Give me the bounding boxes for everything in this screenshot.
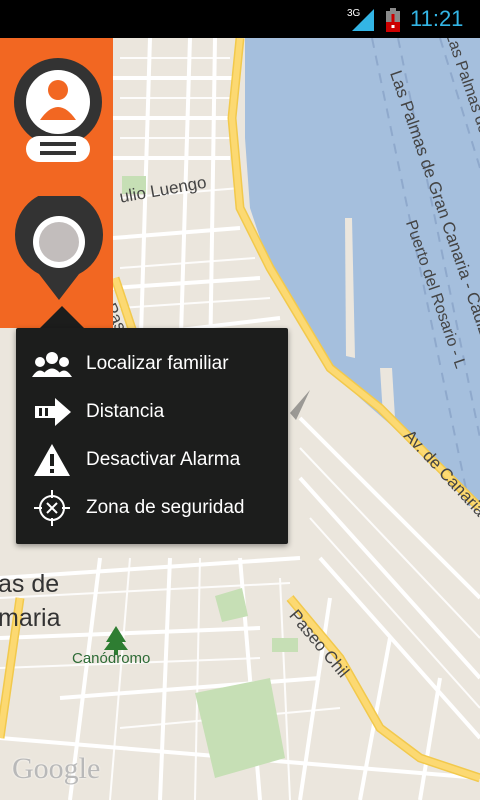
signal-icon <box>352 9 374 31</box>
crosshair-icon <box>32 488 72 528</box>
menu-item-zona-de-seguridad[interactable]: Zona de seguridad <box>16 484 288 532</box>
city-label: as de <box>0 570 60 598</box>
battery-alert-icon <box>386 8 400 32</box>
warning-icon <box>32 440 72 480</box>
family-group-icon <box>32 344 72 384</box>
city-label: maria <box>0 604 61 632</box>
menu-item-label: Desactivar Alarma <box>86 449 241 470</box>
menu-item-label: Zona de seguridad <box>86 497 245 518</box>
menu-item-desactivar-alarma[interactable]: Desactivar Alarma <box>16 436 288 484</box>
poi-label: Canódromo <box>72 650 151 667</box>
menu-item-label: Localizar familiar <box>86 353 229 374</box>
status-bar: 3G 11:21 <box>0 0 480 38</box>
side-panel <box>0 38 113 328</box>
arrow-right-icon <box>32 392 72 432</box>
location-pin-icon[interactable] <box>14 196 104 300</box>
options-popup-menu: Localizar familiar Distancia Desactivar … <box>16 328 288 544</box>
menu-item-localizar-familiar[interactable]: Localizar familiar <box>16 340 288 388</box>
menu-item-label: Distancia <box>86 401 165 422</box>
google-attribution: Google <box>12 752 101 785</box>
user-profile-icon[interactable] <box>12 56 104 166</box>
popup-arrow <box>40 306 84 328</box>
clock: 11:21 <box>410 6 464 31</box>
menu-item-distancia[interactable]: Distancia <box>16 388 288 436</box>
